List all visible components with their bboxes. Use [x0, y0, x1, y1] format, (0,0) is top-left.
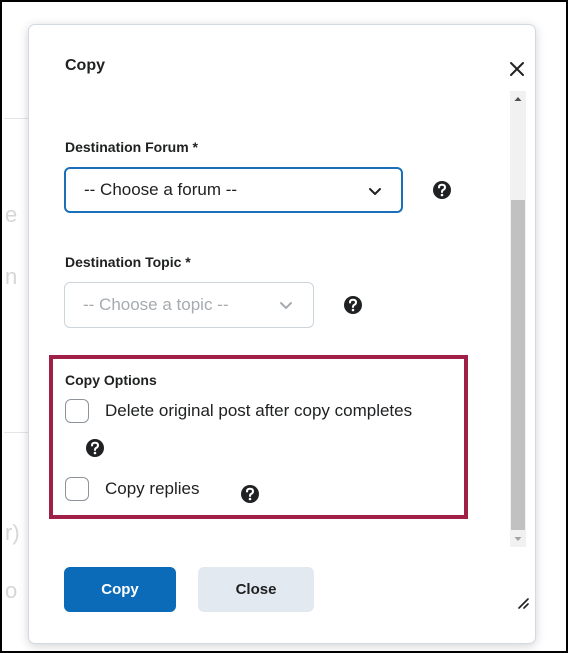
copy-replies-checkbox[interactable]	[65, 477, 89, 501]
copy-replies-label[interactable]: Copy replies	[105, 479, 200, 499]
close-button[interactable]: Close	[198, 567, 314, 612]
copy-dialog: Copy Destination Forum * -- Choose a for…	[28, 24, 536, 644]
destination-forum-value: -- Choose a forum --	[84, 180, 238, 199]
destination-topic-select[interactable]: -- Choose a topic --	[64, 282, 314, 328]
help-icon[interactable]	[240, 484, 260, 504]
destination-forum-select[interactable]: -- Choose a forum --	[64, 167, 403, 213]
background-text-fragment: r)	[5, 520, 20, 545]
delete-original-checkbox[interactable]	[65, 399, 89, 423]
background-divider	[4, 118, 28, 119]
destination-topic-label: Destination Topic *	[65, 254, 191, 270]
help-icon[interactable]	[343, 295, 363, 315]
help-icon[interactable]	[85, 438, 105, 458]
scroll-down-arrow-icon[interactable]	[510, 531, 526, 547]
scroll-up-arrow-icon[interactable]	[510, 91, 526, 107]
help-icon[interactable]	[432, 180, 452, 200]
close-icon[interactable]	[505, 57, 529, 81]
destination-forum-label: Destination Forum *	[65, 139, 199, 155]
background-text-fragment: o	[5, 578, 18, 603]
destination-topic-value: -- Choose a topic --	[83, 295, 229, 314]
copy-button[interactable]: Copy	[64, 567, 176, 612]
chevron-down-icon	[369, 188, 381, 195]
scrollbar-thumb[interactable]	[511, 200, 525, 530]
dialog-title: Copy	[65, 57, 105, 74]
chevron-down-icon	[280, 302, 292, 309]
delete-original-label[interactable]: Delete original post after copy complete…	[105, 401, 412, 421]
background-text-fragment: e	[5, 202, 18, 227]
copy-options-label: Copy Options	[65, 372, 157, 388]
resize-handle-icon[interactable]	[513, 593, 529, 609]
background-divider	[4, 432, 28, 433]
background-text-fragment: n	[5, 264, 18, 289]
screenshot-frame: e n r) o Copy Destination Forum * -- Cho…	[0, 0, 568, 653]
